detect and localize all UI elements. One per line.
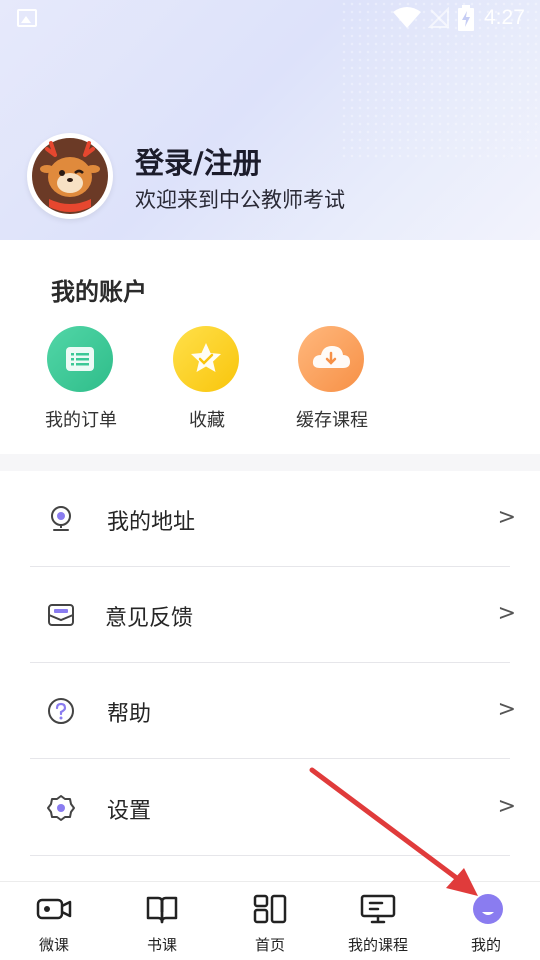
chevron-right-icon: >	[497, 794, 516, 819]
cloud-download-icon	[298, 326, 364, 392]
tab-book-course[interactable]: 书课	[108, 882, 216, 960]
menu-item-address[interactable]: 我的地址 >	[30, 471, 516, 567]
settings-gear-icon	[47, 795, 75, 821]
avatar[interactable]	[27, 133, 113, 219]
menu-item-settings[interactable]: 设置 >	[30, 760, 516, 856]
tab-micro-course[interactable]: 微课	[0, 882, 108, 960]
tab-label: 书课	[146, 936, 177, 954]
favorites-label: 收藏	[189, 410, 225, 431]
tab-home[interactable]: 首页	[216, 882, 324, 960]
chevron-right-icon: >	[497, 601, 516, 626]
cached-courses-button[interactable]: 缓存课程	[272, 326, 392, 436]
tab-label: 我的	[470, 936, 501, 954]
no-signal-icon	[428, 7, 449, 28]
my-orders-button[interactable]: 我的订单	[21, 326, 141, 436]
account-section: 我的账户 我的订单 收藏 缓存课程	[0, 240, 540, 454]
help-question-icon	[48, 698, 74, 724]
tab-label: 首页	[254, 936, 285, 954]
wifi-icon	[393, 7, 421, 28]
tab-label: 我的课程	[347, 936, 408, 954]
mail-feedback-icon	[48, 604, 74, 626]
menu-item-help[interactable]: 帮助 >	[30, 663, 516, 759]
chevron-right-icon: >	[497, 505, 516, 530]
profile-face-icon	[473, 894, 503, 924]
login-register-link[interactable]: 登录/注册	[135, 140, 262, 182]
image-icon	[17, 9, 37, 27]
tab-me[interactable]: 我的	[432, 882, 540, 960]
menu-item-label: 设置	[107, 799, 152, 824]
star-icon	[173, 326, 239, 392]
location-pin-icon	[51, 506, 71, 531]
menu-item-label: 意见反馈	[105, 606, 194, 631]
favorites-button[interactable]: 收藏	[147, 326, 267, 436]
tab-label: 微课	[38, 936, 69, 954]
status-bar: 4:27	[0, 0, 540, 36]
cached-courses-label: 缓存课程	[296, 410, 368, 431]
battery-charging-icon	[458, 5, 474, 31]
status-time: 4:27	[484, 6, 525, 29]
chevron-right-icon: >	[497, 697, 516, 722]
home-grid-icon	[253, 894, 287, 924]
account-section-title: 我的账户	[51, 278, 147, 306]
monitor-course-icon	[360, 894, 396, 924]
deer-mascot-avatar	[29, 135, 111, 217]
menu-item-feedback[interactable]: 意见反馈 >	[30, 567, 516, 663]
order-list-icon	[47, 326, 113, 392]
video-camera-icon	[36, 898, 72, 920]
book-icon	[146, 896, 178, 924]
my-orders-label: 我的订单	[45, 410, 117, 431]
welcome-text: 欢迎来到中公教师考试	[135, 188, 345, 212]
settings-menu: 我的地址 > 意见反馈 > 帮助 > 设置 >	[0, 471, 540, 881]
tab-my-courses[interactable]: 我的课程	[324, 882, 432, 960]
menu-item-label: 帮助	[107, 702, 152, 727]
menu-item-label: 我的地址	[107, 510, 196, 535]
bottom-tab-bar: 微课 书课 首页 我的课程 我的	[0, 881, 540, 960]
